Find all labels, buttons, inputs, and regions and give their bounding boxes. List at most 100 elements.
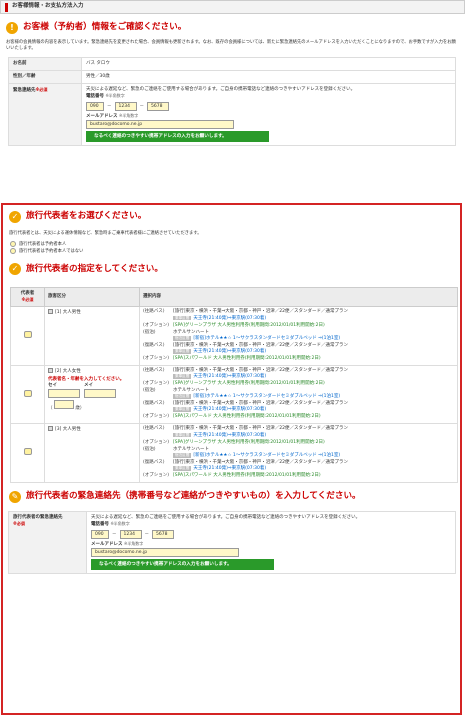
dash: － [112, 531, 117, 537]
content-value: [旅行]東京・横浜・千葉⇒大阪・京都・神戸・沼津／22便／スタンダード／通常プラ… [173, 309, 454, 321]
content-line: (オプション) [SPA]グリーンプラザ 大人男性利用券(利用期間:2012/01… [143, 323, 454, 329]
tel1-input[interactable]: 090 [86, 102, 104, 112]
class-label: [2] 大人女性 [55, 368, 81, 374]
content-text: [SPA]グリーンプラザ 大人男性利用券(利用期間:2012/01/01利用開始… [173, 322, 325, 328]
tel2-input[interactable]: 1234 [114, 102, 137, 112]
rep-contact-table: 旅行代表者の緊急連絡先 ※必須 天災による遅延など、緊急のご連絡をご使用する場合が… [8, 510, 456, 575]
content-key: (オプション) [143, 472, 170, 478]
detail-link[interactable]: 天王寺(21:40発)⇒東京駅(07:30着) [193, 433, 266, 438]
class-cell: [2] 大人女性 代表者名・年齢を入力してください。 セイ メイ （ 歳） [44, 364, 140, 425]
page-header: お客様情報・お支払方法入力 [0, 0, 465, 14]
check-icon: ✓ [9, 263, 21, 276]
class-label: [3] 大人男性 [55, 427, 81, 433]
email-input[interactable]: bustaro@docomo.ne.jp [86, 120, 234, 130]
rep-radio-cell [10, 364, 45, 425]
section-contact-title: ✎ 旅行代表者の緊急連絡先（携帯番号など連絡がつきやすいもの）を入力してください… [3, 488, 460, 506]
content-line: (オプション) [SPA]スパワールド 大人男性利用券(利用期間:2012/01/… [143, 414, 454, 420]
content-value: [SPA]スパワールド 大人男性利用券(利用期間:2012/01/01利用開始:… [173, 473, 454, 479]
halfwidth-note: ※半角数字 [105, 93, 125, 99]
header-marker [5, 2, 8, 12]
detail-link[interactable]: [新宿]ホテル★★☆ 1〜サクラスタンダードセミダブルベッド ⇒(1泊1室) [193, 336, 340, 341]
class-cell: [1] 大人男性 [44, 306, 140, 366]
content-value: [旅行]東京・横浜・千葉⇒大阪・京都・神戸・沼津／22便／スタンダード／通常プラ… [173, 460, 454, 472]
gender-label: 性別／年齢 [8, 69, 82, 85]
detail-link[interactable]: [新宿]ホテル★★☆ 1〜サクラスタンダードセミダブルベッド ⇒(1泊1室) [193, 394, 340, 399]
content-key: (オプション) [143, 355, 170, 361]
required-mark: ※必須 [35, 87, 48, 92]
content-value: [SPA]グリーンプラザ 大人男性利用券(利用期間:2012/01/01利用開始… [173, 381, 454, 387]
tel-label: 電話番号 [86, 94, 104, 100]
content-key: (往路バス) [143, 426, 165, 432]
col-rep: 代表者 ※必須 [10, 287, 45, 308]
section-specify-title: ✓ 旅行代表者の指定をしてください。 [3, 260, 460, 278]
content-line: (往路バス) [旅行]東京・横浜・千葉⇒大阪・京都・神戸・沼津／22便／スタンダー… [143, 368, 454, 380]
content-line: (オプション) [SPA]スパワールド 大人男性利用券(利用期間:2012/01/… [143, 473, 454, 479]
content-key: (オプション) [143, 322, 170, 328]
rep-mail-hint-banner: なるべく連絡のつきやすい携帯アドレスの入力をお願いします。 [91, 559, 274, 571]
content-line: (オプション) [SPA]グリーンプラザ 大人男性利用券(利用期間:2012/01… [143, 381, 454, 387]
required-mark: ※必須 [21, 296, 34, 302]
content-line: (オプション) [SPA]グリーンプラザ 大人男性利用券(利用期間:2012/01… [143, 440, 454, 446]
detail-link[interactable]: 天王寺(21:40発)⇒東京駅(07:30着) [193, 316, 266, 321]
rep-email-input[interactable]: bustaro@docomo.ne.jp [91, 548, 239, 558]
rep-contact-label-text: 旅行代表者の緊急連絡先 [13, 514, 63, 520]
section-contact-heading: 旅行代表者の緊急連絡先（携帯番号など連絡がつきやすいもの）を入力してください。 [26, 491, 361, 502]
chip: 乗車区間 [173, 465, 192, 471]
radio-other-label: 旅行代表者は予約者本人ではない [19, 248, 84, 254]
content-value: ホテルサンハート 宿泊区間 [新宿]ホテル★★☆ 1〜サクラスタンダードセミダブルベ… [173, 388, 454, 400]
age-input[interactable] [53, 400, 74, 410]
content-text: [旅行]東京・横浜・千葉⇒大阪・京都・神戸・沼津／22便／スタンダード／通常プラ… [173, 367, 349, 373]
radio-self[interactable]: 旅行代表者は予約者本人 [10, 241, 460, 248]
rep-tel-inputs: 090 － 1234 － 5678 [91, 530, 451, 540]
content-text: [旅行]東京・横浜・千葉⇒大阪・京都・神戸・沼津／22便／スタンダード／通常プラ… [173, 401, 349, 407]
col-content: 選択内容 [139, 287, 458, 308]
detail-link[interactable]: 天王寺(21:40発)⇒東京駅(07:30着) [193, 466, 266, 471]
section-customer-title: ! お客様（予約者）情報をご確認ください。 [0, 19, 465, 37]
traveler-row: [2] 大人女性 代表者名・年齢を入力してください。 セイ メイ （ 歳） (往路バス… [10, 364, 458, 425]
traveler-row: [1] 大人男性 (往路バス) [旅行]東京・横浜・千葉⇒大阪・京都・神戸・沼津／2… [10, 306, 458, 366]
content-text: [SPA]グリーンプラザ 大人男性利用券(利用期間:2012/01/01利用開始… [173, 381, 325, 387]
col-rep-label: 代表者 [20, 290, 35, 296]
mei-input[interactable] [84, 389, 116, 399]
sei-input[interactable] [48, 389, 80, 399]
traveler-row: [3] 大人男性 (往路バス) [旅行]東京・横浜・千葉⇒大阪・京都・神戸・沼津／2… [10, 423, 458, 483]
content-cell: (往路バス) [旅行]東京・横浜・千葉⇒大阪・京都・神戸・沼津／22便／スタンダー… [139, 423, 458, 483]
rep-radio[interactable] [23, 331, 32, 339]
content-text: [旅行]東京・横浜・千葉⇒大阪・京都・神戸・沼津／22便／スタンダード／通常プラ… [173, 459, 349, 465]
class-cell: [3] 大人男性 [44, 423, 140, 483]
tel-label: 電話番号 [91, 522, 109, 527]
rep-tel1-input[interactable]: 090 [91, 530, 109, 540]
content-text: [旅行]東京・横浜・千葉⇒大阪・京都・神戸・沼津／22便／スタンダード／通常プラ… [173, 426, 349, 432]
content-cell: (往路バス) [旅行]東京・横浜・千葉⇒大阪・京都・神戸・沼津／22便／スタンダー… [139, 364, 458, 425]
content-line: (宿泊) ホテルサンハート 宿泊区間 [新宿]ホテル★★☆ 1〜サクラスタンダードセミ… [143, 330, 454, 342]
rep-radio[interactable] [23, 448, 32, 456]
detail-link[interactable]: 天王寺(21:40発)⇒東京駅(07:30着) [193, 374, 266, 379]
chip: 宿泊区間 [173, 452, 192, 458]
content-key: (復路バス) [143, 401, 165, 407]
detail-link[interactable]: 天王寺(21:40発)⇒東京駅(07:30着) [193, 349, 266, 354]
chip: 宿泊区間 [173, 335, 192, 341]
page-title: お客様情報・お支払方法入力 [12, 3, 84, 10]
tel3-input[interactable]: 5678 [147, 102, 169, 112]
chip: 乗車区間 [173, 432, 192, 438]
content-text: [旅行]東京・横浜・千葉⇒大阪・京都・神戸・沼津／22便／スタンダード／通常プラ… [173, 342, 349, 348]
content-line: (復路バス) [旅行]東京・横浜・千葉⇒大阪・京都・神戸・沼津／22便／スタンダー… [143, 460, 454, 472]
radio-button[interactable] [10, 241, 16, 248]
person-icon [48, 426, 53, 432]
detail-link[interactable]: 天王寺(21:40発)⇒東京駅(07:30着) [193, 407, 266, 412]
age-unit: 歳 [75, 406, 80, 412]
detail-link[interactable]: [新宿]ホテル★★☆ 1〜サクラスタンダードセミダブルベッド ⇒(1泊1室) [193, 453, 340, 458]
content-text: [旅行]東京・横浜・千葉⇒大阪・京都・神戸・沼津／22便／スタンダード／通常プラ… [173, 309, 349, 315]
content-key: (復路バス) [143, 459, 165, 465]
rep-tel3-input[interactable]: 5678 [152, 530, 174, 540]
mail-label: メールアドレス [86, 114, 118, 120]
representative-table: 代表者 ※必須 旅客区分 選択内容 [1] 大人男性 (往路バス) [旅行]東京・横浜… [10, 287, 458, 483]
content-line: (往路バス) [旅行]東京・横浜・千葉⇒大阪・京都・神戸・沼津／22便／スタンダー… [143, 426, 454, 438]
rep-radio-cell [10, 306, 45, 366]
rep-tel2-input[interactable]: 1234 [119, 530, 142, 540]
rep-radio[interactable] [23, 389, 32, 397]
gender-value: 男性／30歳 [81, 69, 456, 85]
content-key: (復路バス) [143, 342, 165, 348]
page: お客様情報・お支払方法入力 ! お客様（予約者）情報をご確認ください。 お客様の… [0, 0, 465, 716]
content-key: (宿泊) [143, 446, 156, 452]
